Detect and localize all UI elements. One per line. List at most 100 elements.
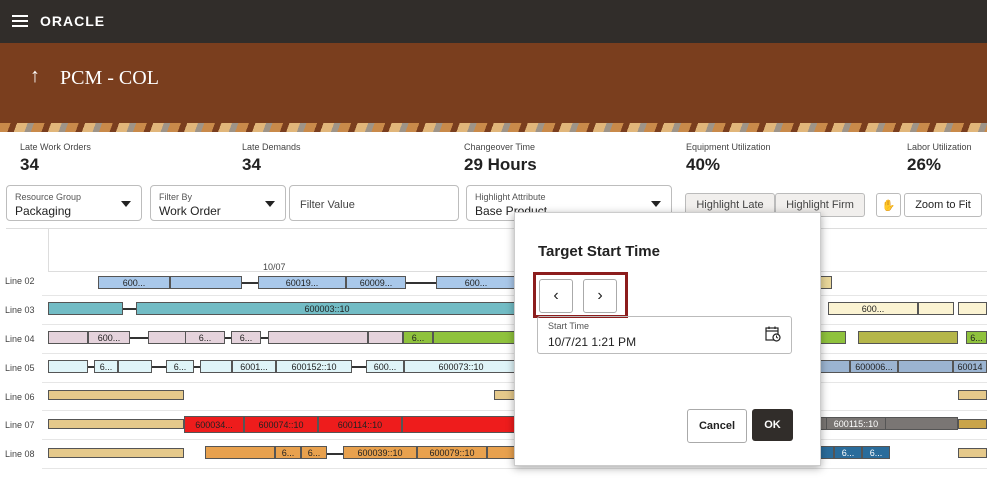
gantt-bar[interactable]: [118, 360, 152, 373]
cancel-button[interactable]: Cancel: [687, 409, 747, 443]
calendar-clock-icon[interactable]: [765, 326, 781, 342]
gantt-bar[interactable]: 6...: [301, 446, 327, 459]
gantt-bar[interactable]: 6...: [275, 446, 301, 459]
gantt-bar[interactable]: 600152::10: [276, 360, 352, 373]
gantt-bar[interactable]: 600074::10: [244, 416, 318, 433]
metric-equipment-utilization: Equipment Utilization 40%: [686, 142, 771, 175]
row-label-line-07: Line 07: [5, 420, 35, 430]
filter-value-input[interactable]: Filter Value: [289, 185, 459, 221]
gantt-bar[interactable]: [820, 331, 846, 344]
metric-label: Changeover Time: [464, 142, 536, 152]
timeline-date: 10/07: [263, 262, 286, 272]
gantt-bar[interactable]: [48, 419, 184, 429]
metric-late-demands: Late Demands 34: [242, 142, 301, 175]
gantt-bar[interactable]: [958, 390, 987, 400]
gantt-bar[interactable]: 6...: [862, 446, 890, 459]
decorative-banner: [0, 123, 987, 132]
gantt-bar[interactable]: [958, 302, 987, 315]
gantt-bar[interactable]: [898, 360, 953, 373]
gantt-bar[interactable]: 600...: [98, 276, 170, 289]
chevron-down-icon: [121, 201, 131, 207]
gantt-bar[interactable]: 600...: [828, 302, 918, 315]
next-button[interactable]: ›: [583, 279, 617, 313]
gantt-bar[interactable]: 600003::10: [136, 302, 518, 315]
dialog-title: Target Start Time: [538, 243, 660, 260]
previous-button[interactable]: ‹: [539, 279, 573, 313]
gantt-bar[interactable]: 6...: [185, 331, 225, 344]
row-divider: [42, 468, 987, 469]
filter-by-value: Work Order: [159, 204, 221, 218]
gantt-bar[interactable]: 60014: [953, 360, 987, 373]
row-label-line-06: Line 06: [5, 392, 35, 402]
chevron-right-icon: ›: [597, 287, 603, 304]
gantt-bar[interactable]: 600115::10: [826, 417, 886, 430]
gantt-bar[interactable]: 6001...: [232, 360, 276, 373]
ok-button[interactable]: OK: [752, 409, 793, 441]
gantt-bar[interactable]: [958, 448, 987, 458]
back-arrow-icon[interactable]: ↑: [30, 65, 40, 88]
resource-group-value: Packaging: [15, 204, 72, 218]
gantt-bar[interactable]: [820, 446, 834, 459]
gantt-bar[interactable]: [402, 416, 518, 433]
target-start-time-dialog: Target Start Time ‹ › Start Time 10/7/21…: [514, 212, 821, 466]
gantt-bar[interactable]: [368, 331, 403, 344]
gantt-bar[interactable]: 600...: [366, 360, 404, 373]
gantt-bar[interactable]: [200, 360, 232, 373]
gantt-bar[interactable]: 60019...: [258, 276, 346, 289]
row-label-line-04: Line 04: [5, 334, 35, 344]
gantt-bar[interactable]: 6...: [94, 360, 118, 373]
metric-labor-utilization: Labor Utilization 26%: [907, 142, 972, 175]
gantt-bar[interactable]: 6...: [834, 446, 862, 459]
zoom-to-fit-button[interactable]: Zoom to Fit: [904, 193, 982, 217]
gantt-bar[interactable]: 6...: [166, 360, 194, 373]
gantt-bar[interactable]: 60009...: [346, 276, 406, 289]
gantt-bar[interactable]: 600...: [436, 276, 516, 289]
gantt-bar[interactable]: [268, 331, 368, 344]
metric-value: 29 Hours: [464, 155, 537, 174]
start-time-label: Start Time: [548, 321, 590, 331]
pan-hand-icon[interactable]: ✋: [876, 193, 901, 217]
gantt-bar[interactable]: [433, 331, 518, 344]
page-title: PCM - COL: [60, 67, 159, 89]
gantt-bar[interactable]: 600...: [88, 331, 130, 344]
gantt-bar[interactable]: 6...: [231, 331, 261, 344]
gantt-bar[interactable]: 600034...: [184, 416, 244, 433]
row-label-line-05: Line 05: [5, 363, 35, 373]
resource-group-select[interactable]: Resource Group Packaging: [6, 185, 142, 221]
gantt-bar[interactable]: [958, 419, 987, 429]
highlight-attribute-label: Highlight Attribute: [475, 192, 546, 202]
gantt-bar[interactable]: [48, 302, 123, 315]
chevron-down-icon: [651, 201, 661, 207]
filter-by-label: Filter By: [159, 192, 193, 202]
gantt-bar[interactable]: [820, 276, 832, 289]
gantt-bar[interactable]: 6...: [403, 331, 433, 344]
filter-value-placeholder: Filter Value: [300, 199, 355, 211]
gantt-bar[interactable]: [48, 390, 184, 400]
metrics-bar: Late Work Orders 34 Late Demands 34 Chan…: [0, 132, 987, 182]
gantt-bar[interactable]: 6...: [966, 331, 987, 344]
gantt-bar[interactable]: 600039::10: [343, 446, 417, 459]
gantt-bar[interactable]: [48, 360, 88, 373]
metric-late-work-orders: Late Work Orders 34: [20, 142, 91, 175]
metric-value: 34: [20, 155, 39, 174]
gantt-bar[interactable]: [170, 276, 242, 289]
gantt-bar[interactable]: 600079::10: [417, 446, 487, 459]
row-label-line-03: Line 03: [5, 305, 35, 315]
metric-changeover-time: Changeover Time 29 Hours: [464, 142, 537, 175]
gantt-bar[interactable]: [820, 360, 850, 373]
metric-label: Late Work Orders: [20, 142, 91, 152]
filter-by-select[interactable]: Filter By Work Order: [150, 185, 286, 221]
gantt-bar[interactable]: [858, 331, 958, 344]
gantt-bar[interactable]: [48, 331, 88, 344]
start-time-field[interactable]: Start Time 10/7/21 1:21 PM: [537, 316, 792, 354]
page-header: ↑ PCM - COL: [0, 43, 987, 123]
gantt-bar[interactable]: [918, 302, 954, 315]
gantt-bar[interactable]: 600073::10: [404, 360, 518, 373]
gantt-bar[interactable]: 600006...: [850, 360, 898, 373]
metric-label: Equipment Utilization: [686, 142, 771, 152]
chevron-left-icon: ‹: [553, 287, 559, 304]
menu-icon[interactable]: [12, 15, 28, 27]
gantt-bar[interactable]: 600114::10: [318, 416, 402, 433]
gantt-bar[interactable]: [205, 446, 275, 459]
gantt-bar[interactable]: [48, 448, 184, 458]
